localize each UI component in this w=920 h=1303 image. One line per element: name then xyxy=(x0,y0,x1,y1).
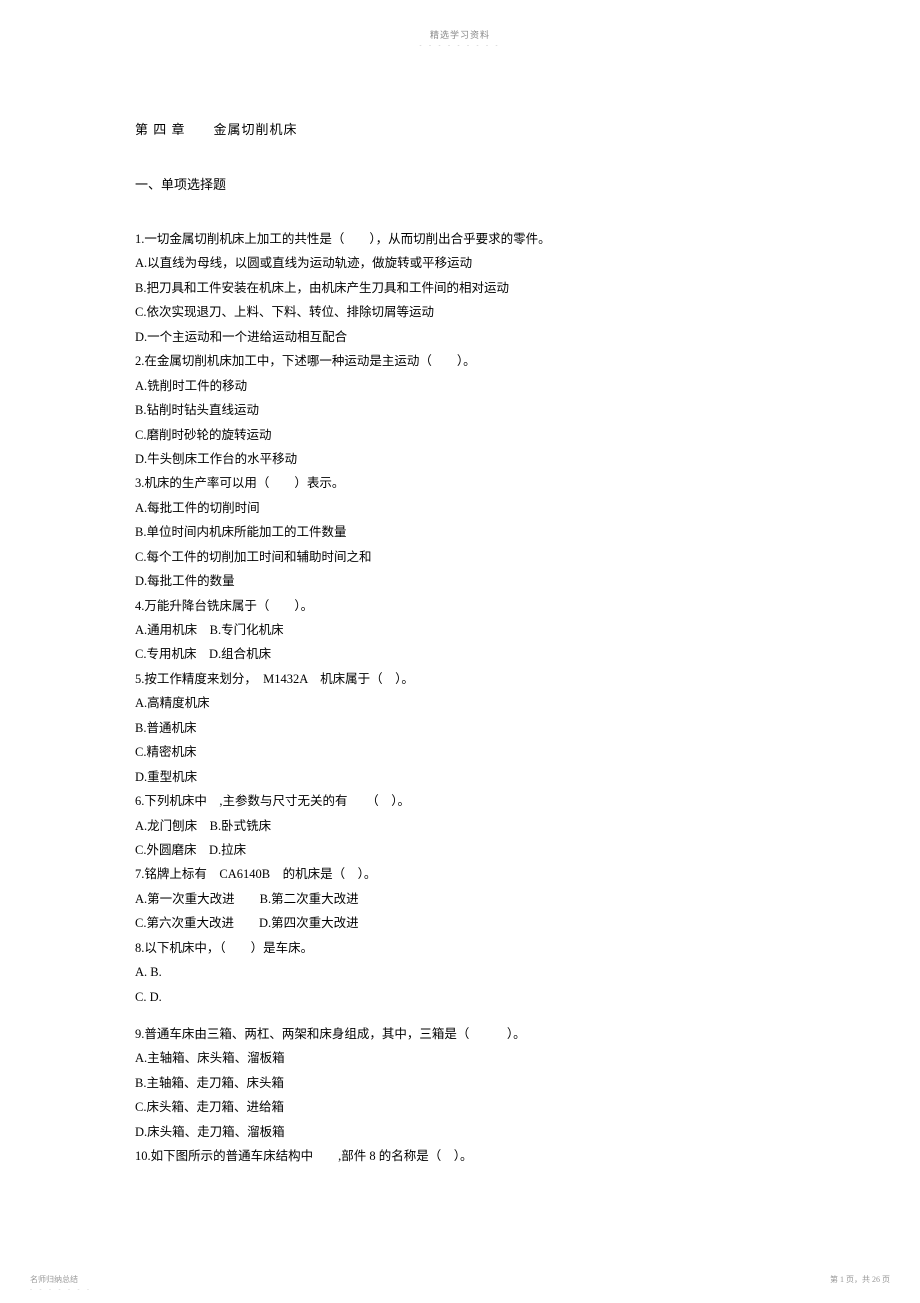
text-line: B.钻削时钻头直线运动 xyxy=(135,400,790,421)
text-line: 1.一切金属切削机床上加工的共性是（ ），从而切削出合乎要求的零件。 xyxy=(135,229,790,250)
text-line: C.每个工件的切削加工时间和辅助时间之和 xyxy=(135,547,790,568)
text-line: C.床头箱、走刀箱、进给箱 xyxy=(135,1097,790,1118)
text-line: 3.机床的生产率可以用（ ）表示。 xyxy=(135,473,790,494)
text-line: B.普通机床 xyxy=(135,718,790,739)
text-line: D.牛头刨床工作台的水平移动 xyxy=(135,449,790,470)
text-line: 6.下列机床中 ,主参数与尺寸无关的有 （ ）。 xyxy=(135,791,790,812)
footer-left: 名师归纳总结 xyxy=(30,1274,78,1285)
text-line: A.高精度机床 xyxy=(135,693,790,714)
text-line: C.磨削时砂轮的旋转运动 xyxy=(135,425,790,446)
text-line: C.依次实现退刀、上料、下料、转位、排除切屑等运动 xyxy=(135,302,790,323)
text-line: A.以直线为母线，以圆或直线为运动轨迹，做旋转或平移运动 xyxy=(135,253,790,274)
footer-left-sub: - - - - - - - xyxy=(30,1287,92,1293)
text-line: D.重型机床 xyxy=(135,767,790,788)
text-line: 5.按工作精度来划分， M1432A 机床属于（ ）。 xyxy=(135,669,790,690)
text-line: 9.普通车床由三箱、两杠、两架和床身组成，其中，三箱是（ ）。 xyxy=(135,1024,790,1045)
text-line: A. B. xyxy=(135,962,790,983)
text-line: 4.万能升降台铣床属于（ ）。 xyxy=(135,596,790,617)
chapter-title: 第 四 章 金属切削机床 xyxy=(135,119,790,138)
text-line: B.单位时间内机床所能加工的工件数量 xyxy=(135,522,790,543)
section-title: 一、单项选择题 xyxy=(135,174,790,193)
text-line: B.主轴箱、走刀箱、床头箱 xyxy=(135,1073,790,1094)
text-line: A.龙门刨床 B.卧式铣床 xyxy=(135,816,790,837)
text-line: A.第一次重大改进 B.第二次重大改进 xyxy=(135,889,790,910)
text-line: C.精密机床 xyxy=(135,742,790,763)
text-line: 2.在金属切削机床加工中，下述哪一种运动是主运动（ ）。 xyxy=(135,351,790,372)
text-line: D.一个主运动和一个进给运动相互配合 xyxy=(135,327,790,348)
text-line: D.每批工件的数量 xyxy=(135,571,790,592)
text-line: A.通用机床 B.专门化机床 xyxy=(135,620,790,641)
text-line: A.每批工件的切削时间 xyxy=(135,498,790,519)
text-line: C.外圆磨床 D.拉床 xyxy=(135,840,790,861)
text-line: C.专用机床 D.组合机床 xyxy=(135,644,790,665)
page-header: 精选学习资料 xyxy=(0,0,920,41)
text-line: A.主轴箱、床头箱、溜板箱 xyxy=(135,1048,790,1069)
text-line: C.第六次重大改进 D.第四次重大改进 xyxy=(135,913,790,934)
footer-right: 第 1 页，共 26 页 xyxy=(830,1274,890,1285)
text-line: 10.如下图所示的普通车床结构中 ,部件 8 的名称是（ ）。 xyxy=(135,1146,790,1167)
text-line: B.把刀具和工件安装在机床上，由机床产生刀具和工件间的相对运动 xyxy=(135,278,790,299)
text-line: C. D. xyxy=(135,987,790,1008)
text-line: 8.以下机床中，（ ）是车床。 xyxy=(135,938,790,959)
text-line: D.床头箱、走刀箱、溜板箱 xyxy=(135,1122,790,1143)
text-line: 7.铭牌上标有 CA6140B 的机床是（ ）。 xyxy=(135,864,790,885)
text-line: A.铣削时工件的移动 xyxy=(135,376,790,397)
content-area: 第 四 章 金属切削机床 一、单项选择题 1.一切金属切削机床上加工的共性是（ … xyxy=(0,49,920,1167)
